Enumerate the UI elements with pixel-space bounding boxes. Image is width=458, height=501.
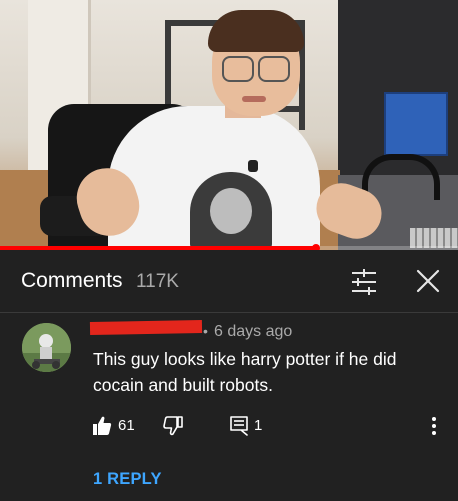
person-mouth (242, 96, 266, 102)
shirt-print-face (210, 188, 252, 234)
author-name-redacted (89, 320, 203, 335)
person-hair (208, 10, 304, 52)
more-options-button[interactable] (426, 414, 442, 438)
video-player[interactable] (0, 0, 458, 250)
thumbs-down-icon (163, 416, 183, 436)
more-vertical-icon (432, 417, 436, 435)
glasses-lens (258, 56, 290, 82)
lapel-mic (248, 160, 258, 172)
avatar-image (22, 323, 71, 372)
reply-comment-icon (230, 416, 248, 436)
comment-item: • 6 days ago This guy looks like harry p… (0, 313, 458, 501)
comment-text: This guy looks like harry potter if he d… (93, 349, 397, 395)
like-count: 61 (118, 417, 135, 434)
reply-count: 1 (254, 417, 263, 434)
comments-header: Comments 117K (0, 250, 458, 313)
close-comments-button[interactable] (412, 265, 444, 297)
dislike-button[interactable] (163, 416, 183, 436)
like-button[interactable] (92, 416, 112, 436)
sort-sliders-icon (352, 269, 376, 295)
keyboard (410, 228, 458, 248)
comment-timestamp[interactable]: 6 days ago (214, 323, 292, 341)
thumbs-up-icon (93, 416, 112, 435)
comments-title: Comments (21, 269, 123, 292)
comments-count: 117K (136, 271, 179, 292)
view-replies-link[interactable]: 1 REPLY (93, 470, 162, 489)
blue-machine (384, 92, 448, 156)
headphones (362, 154, 440, 200)
sort-comments-button[interactable] (349, 268, 379, 296)
reply-button[interactable] (230, 416, 248, 436)
meta-separator: • (203, 323, 208, 339)
avatar[interactable] (22, 323, 71, 372)
close-icon (416, 269, 440, 293)
glasses-lens (222, 56, 254, 82)
